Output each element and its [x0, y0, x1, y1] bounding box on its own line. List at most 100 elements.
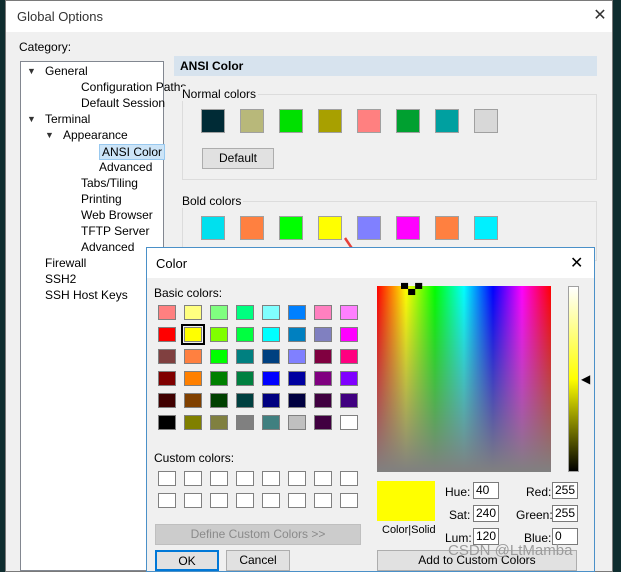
tree-item[interactable]: Configuration Paths — [81, 80, 186, 94]
color-spectrum[interactable] — [377, 286, 551, 472]
basic-color-cell[interactable] — [210, 371, 228, 386]
basic-color-cell[interactable] — [288, 393, 306, 408]
category-tree[interactable]: ▼ General Configuration Paths Default Sessi… — [20, 61, 186, 571]
basic-color-cell[interactable] — [210, 415, 228, 430]
tree-expand-icon[interactable]: ▼ — [27, 114, 36, 124]
green-field[interactable]: 255 — [552, 505, 578, 522]
custom-color-cell[interactable] — [210, 493, 228, 508]
basic-color-cell[interactable] — [288, 349, 306, 364]
basic-color-cell[interactable] — [184, 393, 202, 408]
basic-color-cell[interactable] — [314, 415, 332, 430]
normal-color-swatch[interactable] — [201, 109, 225, 133]
color-dialog-close-icon[interactable]: ✕ — [570, 253, 583, 273]
basic-color-cell[interactable] — [158, 415, 176, 430]
basic-color-cell[interactable] — [262, 349, 280, 364]
basic-color-cell[interactable] — [288, 371, 306, 386]
custom-color-cell[interactable] — [210, 471, 228, 486]
bold-color-swatch[interactable] — [435, 216, 459, 240]
custom-color-cell[interactable] — [158, 471, 176, 486]
tree-item[interactable]: Printing — [81, 192, 122, 206]
default-button[interactable]: Default — [202, 148, 274, 169]
tree-item[interactable]: SSH Host Keys — [45, 288, 128, 302]
basic-color-cell[interactable] — [158, 371, 176, 386]
normal-color-swatch[interactable] — [279, 109, 303, 133]
basic-color-cell[interactable] — [181, 324, 205, 345]
custom-color-cell[interactable] — [314, 471, 332, 486]
ok-button[interactable]: OK — [155, 550, 219, 571]
window-close-icon[interactable]: ✕ — [590, 6, 610, 26]
luminance-slider[interactable] — [568, 286, 579, 472]
bold-color-swatch[interactable] — [474, 216, 498, 240]
tree-item[interactable]: TFTP Server — [81, 224, 149, 238]
normal-color-swatch[interactable] — [435, 109, 459, 133]
basic-color-cell[interactable] — [288, 305, 306, 320]
define-custom-colors-button[interactable]: Define Custom Colors >> — [155, 524, 361, 545]
custom-color-cell[interactable] — [340, 471, 358, 486]
tree-item[interactable]: Advanced — [99, 160, 152, 174]
basic-color-cell[interactable] — [158, 349, 176, 364]
custom-color-cell[interactable] — [314, 493, 332, 508]
tree-item[interactable]: Firewall — [45, 256, 86, 270]
basic-color-cell[interactable] — [158, 305, 176, 320]
custom-color-cell[interactable] — [262, 493, 280, 508]
tree-item[interactable]: Appearance — [63, 128, 128, 142]
basic-color-cell[interactable] — [314, 305, 332, 320]
custom-color-cell[interactable] — [184, 493, 202, 508]
basic-color-cell[interactable] — [340, 393, 358, 408]
tree-item[interactable]: Advanced — [81, 240, 134, 254]
bold-color-swatch[interactable] — [318, 216, 342, 240]
bold-color-swatch[interactable] — [396, 216, 420, 240]
basic-color-cell[interactable] — [236, 305, 254, 320]
custom-color-cell[interactable] — [158, 493, 176, 508]
normal-color-swatch[interactable] — [396, 109, 420, 133]
basic-color-cell[interactable] — [340, 415, 358, 430]
tree-item[interactable]: ANSI Color — [99, 144, 166, 160]
tree-expand-icon[interactable]: ▼ — [27, 66, 36, 76]
tree-item[interactable]: Tabs/Tiling — [81, 176, 138, 190]
red-field[interactable]: 255 — [552, 482, 578, 499]
normal-color-swatch[interactable] — [357, 109, 381, 133]
bold-color-swatch[interactable] — [201, 216, 225, 240]
basic-color-cell[interactable] — [314, 327, 332, 342]
custom-color-cell[interactable] — [262, 471, 280, 486]
normal-color-swatch[interactable] — [318, 109, 342, 133]
bold-color-swatch[interactable] — [357, 216, 381, 240]
basic-color-cell[interactable] — [340, 305, 358, 320]
basic-color-cell[interactable] — [340, 327, 358, 342]
basic-color-cell[interactable] — [288, 415, 306, 430]
normal-color-swatch[interactable] — [240, 109, 264, 133]
basic-color-cell[interactable] — [262, 415, 280, 430]
tree-item[interactable]: SSH2 — [45, 272, 76, 286]
custom-color-cell[interactable] — [288, 493, 306, 508]
basic-color-cell[interactable] — [158, 393, 176, 408]
basic-color-cell[interactable] — [236, 393, 254, 408]
bold-color-swatch[interactable] — [240, 216, 264, 240]
basic-color-cell[interactable] — [210, 327, 228, 342]
luminance-arrow-icon[interactable]: ◀ — [581, 372, 590, 386]
basic-color-cell[interactable] — [262, 393, 280, 408]
tree-item[interactable]: General — [45, 64, 88, 78]
basic-color-cell[interactable] — [236, 415, 254, 430]
custom-color-cell[interactable] — [236, 471, 254, 486]
tree-item[interactable]: Web Browser — [81, 208, 153, 222]
basic-color-cell[interactable] — [210, 393, 228, 408]
custom-color-cell[interactable] — [236, 493, 254, 508]
tree-item[interactable]: Default Session — [81, 96, 165, 110]
basic-color-cell[interactable] — [262, 305, 280, 320]
basic-color-cell[interactable] — [262, 327, 280, 342]
sat-field[interactable]: 240 — [473, 505, 499, 522]
basic-color-cell[interactable] — [340, 349, 358, 364]
spectrum-crosshair-icon[interactable]: ▀▄▀ — [401, 285, 422, 295]
custom-color-cell[interactable] — [184, 471, 202, 486]
basic-color-cell[interactable] — [210, 349, 228, 364]
basic-color-cell[interactable] — [236, 371, 254, 386]
bold-color-swatch[interactable] — [279, 216, 303, 240]
basic-color-cell[interactable] — [184, 305, 202, 320]
basic-color-cell[interactable] — [314, 371, 332, 386]
tree-expand-icon[interactable]: ▼ — [45, 130, 54, 140]
basic-color-cell[interactable] — [262, 371, 280, 386]
basic-color-cell[interactable] — [236, 327, 254, 342]
basic-color-cell[interactable] — [184, 415, 202, 430]
tree-item[interactable]: Terminal — [45, 112, 90, 126]
basic-color-cell[interactable] — [340, 371, 358, 386]
